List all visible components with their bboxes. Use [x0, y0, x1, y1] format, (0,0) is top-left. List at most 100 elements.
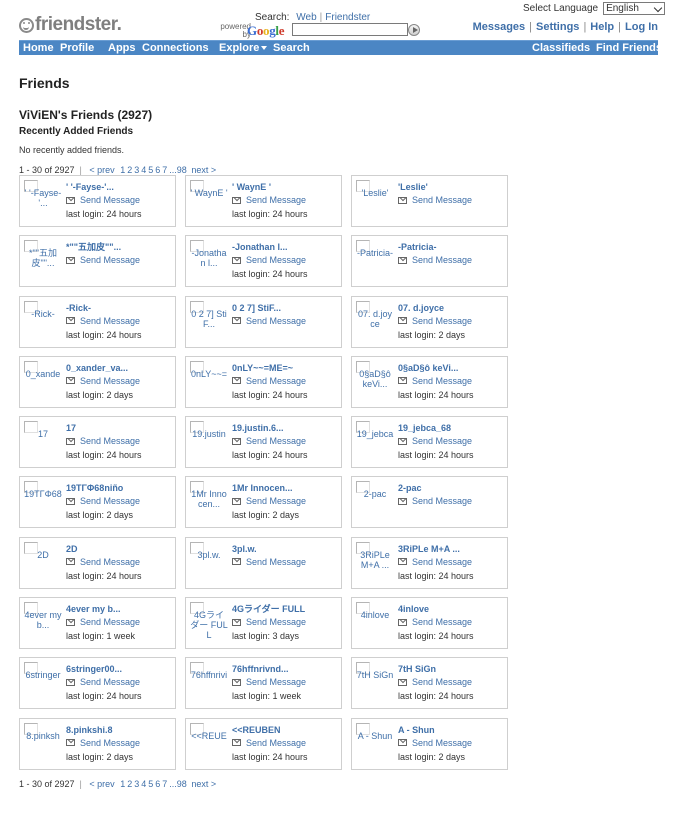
send-message-link[interactable]: Send Message [232, 374, 339, 388]
search-option-friendster[interactable]: Friendster [325, 12, 370, 23]
send-message-link[interactable]: Send Message [66, 494, 173, 508]
friend-name-link[interactable]: 2-pac [398, 482, 505, 494]
friend-photo[interactable]: 07. d.joyce [356, 300, 394, 339]
page-link-1[interactable]: 1 [120, 779, 125, 789]
send-message-link[interactable]: Send Message [232, 434, 339, 448]
page-link-5[interactable]: 5 [148, 779, 153, 789]
send-message-link[interactable]: Send Message [398, 434, 505, 448]
friend-name-link[interactable]: 4ever my b... [66, 603, 173, 615]
friend-photo[interactable]: 3RiPLe M+A ... [356, 541, 394, 580]
send-message-link[interactable]: Send Message [398, 615, 505, 629]
friend-name-link[interactable]: 17 [66, 422, 173, 434]
friend-photo[interactable]: 0 2 7] StiF... [190, 300, 228, 339]
send-message-link[interactable]: Send Message [398, 736, 505, 750]
page-link-4[interactable]: 4 [141, 779, 146, 789]
friend-name-link[interactable]: 0_xander_va... [66, 362, 173, 374]
messages-link[interactable]: Messages [473, 21, 526, 33]
page-link-7[interactable]: 7 [162, 779, 167, 789]
send-message-link[interactable]: Send Message [232, 555, 339, 569]
page-link-2[interactable]: 2 [127, 165, 132, 175]
friend-name-link[interactable]: A - Shun [398, 724, 505, 736]
page-link-2[interactable]: 2 [127, 779, 132, 789]
friend-photo[interactable]: 0§aD§ô keVi... [356, 360, 394, 399]
send-message-link[interactable]: Send Message [66, 675, 173, 689]
page-link-6[interactable]: 6 [155, 165, 160, 175]
nav-explore[interactable]: Explore [219, 41, 268, 55]
friend-name-link[interactable]: *""五加皮""... [66, 241, 173, 253]
friend-name-link[interactable]: -Rick- [66, 302, 173, 314]
language-select[interactable]: English [603, 2, 666, 15]
friend-photo[interactable]: -Rick- [24, 300, 62, 339]
friend-name-link[interactable]: <<REUBEN [232, 724, 339, 736]
send-message-link[interactable]: Send Message [232, 675, 339, 689]
nav-search[interactable]: Search [273, 41, 310, 55]
page-link-98[interactable]: ...98 [169, 779, 187, 789]
friend-photo[interactable]: 19_jebca [356, 421, 394, 459]
friend-photo[interactable]: 17 [24, 421, 62, 459]
nav-classifieds[interactable]: Classifieds [532, 41, 590, 55]
nav-find-friends[interactable]: Find Friends [596, 41, 662, 55]
friend-name-link[interactable]: 4inlove [398, 603, 505, 615]
send-message-link[interactable]: Send Message [398, 494, 505, 508]
search-input[interactable] [292, 23, 408, 36]
friend-name-link[interactable]: 19.justin.6... [232, 422, 339, 434]
friend-photo[interactable]: 6stringer [24, 662, 62, 700]
next-page-link[interactable]: next > [191, 165, 216, 175]
send-message-link[interactable]: Send Message [66, 736, 173, 750]
friend-photo[interactable]: -Patricia- [356, 240, 394, 278]
friend-name-link[interactable]: 0nLY~~=ME=~ [232, 362, 339, 374]
friend-name-link[interactable]: 0§aD§ô keVi... [398, 362, 505, 374]
friend-name-link[interactable]: -Jonathan l... [232, 241, 339, 253]
send-message-link[interactable]: Send Message [398, 314, 505, 328]
page-link-6[interactable]: 6 [155, 779, 160, 789]
next-page-link[interactable]: next > [191, 779, 216, 789]
send-message-link[interactable]: Send Message [232, 736, 339, 750]
page-link-1[interactable]: 1 [120, 165, 125, 175]
send-message-link[interactable]: Send Message [66, 374, 173, 388]
page-link-98[interactable]: ...98 [169, 165, 187, 175]
friend-photo[interactable]: <<REUE [190, 722, 228, 761]
friend-photo[interactable]: 2D [24, 541, 62, 580]
nav-connections[interactable]: Connections [142, 41, 209, 55]
send-message-link[interactable]: Send Message [232, 314, 339, 328]
send-message-link[interactable]: Send Message [66, 193, 173, 207]
send-message-link[interactable]: Send Message [66, 253, 173, 267]
friend-photo[interactable]: 19.justin [190, 421, 228, 459]
send-message-link[interactable]: Send Message [232, 253, 339, 267]
friend-name-link[interactable]: ' '-Fayse-'... [66, 181, 173, 193]
friend-photo[interactable]: 7tH SiGn [356, 662, 394, 700]
friend-photo[interactable]: 4Gライダー FULL [190, 602, 228, 640]
nav-apps[interactable]: Apps [108, 41, 136, 55]
send-message-link[interactable]: Send Message [398, 193, 505, 207]
prev-page-link[interactable]: < prev [89, 779, 114, 789]
friend-photo[interactable]: 19TΓΦ68 [24, 481, 62, 519]
send-message-link[interactable]: Send Message [398, 253, 505, 267]
friend-name-link[interactable]: 0 2 7] StiF... [232, 302, 339, 314]
friend-photo[interactable]: 2-pac [356, 481, 394, 519]
nav-home[interactable]: Home [23, 41, 54, 55]
friend-name-link[interactable]: 3pl.w. [232, 543, 339, 555]
login-link[interactable]: Log In [625, 21, 658, 33]
friend-name-link[interactable]: 7tH SiGn [398, 663, 505, 675]
send-message-link[interactable]: Send Message [398, 374, 505, 388]
friend-photo[interactable]: 'Leslie' [356, 180, 394, 218]
search-go-button[interactable] [408, 24, 420, 36]
nav-profile[interactable]: Profile [60, 41, 94, 55]
friend-name-link[interactable]: 4Gライダー FULL [232, 603, 339, 615]
friend-name-link[interactable]: 19_jebca_68 [398, 422, 505, 434]
friend-name-link[interactable]: -Patricia- [398, 241, 505, 253]
friend-photo[interactable]: 0_xande [24, 360, 62, 399]
prev-page-link[interactable]: < prev [89, 165, 114, 175]
friend-photo[interactable]: 3pl.w. [190, 541, 228, 580]
friend-name-link[interactable]: 2D [66, 543, 173, 555]
page-link-5[interactable]: 5 [148, 165, 153, 175]
friend-name-link[interactable]: ' WaynE ' [232, 181, 339, 193]
friendster-logo[interactable]: friendster. [19, 14, 122, 36]
friend-photo[interactable]: A - Shun [356, 722, 394, 761]
send-message-link[interactable]: Send Message [232, 193, 339, 207]
friend-photo[interactable]: 76hffnrivi [190, 662, 228, 700]
friend-photo[interactable]: 4inlove [356, 602, 394, 640]
friend-name-link[interactable]: 3RiPLe M+A ... [398, 543, 505, 555]
friend-name-link[interactable]: 07. d.joyce [398, 302, 505, 314]
send-message-link[interactable]: Send Message [66, 314, 173, 328]
